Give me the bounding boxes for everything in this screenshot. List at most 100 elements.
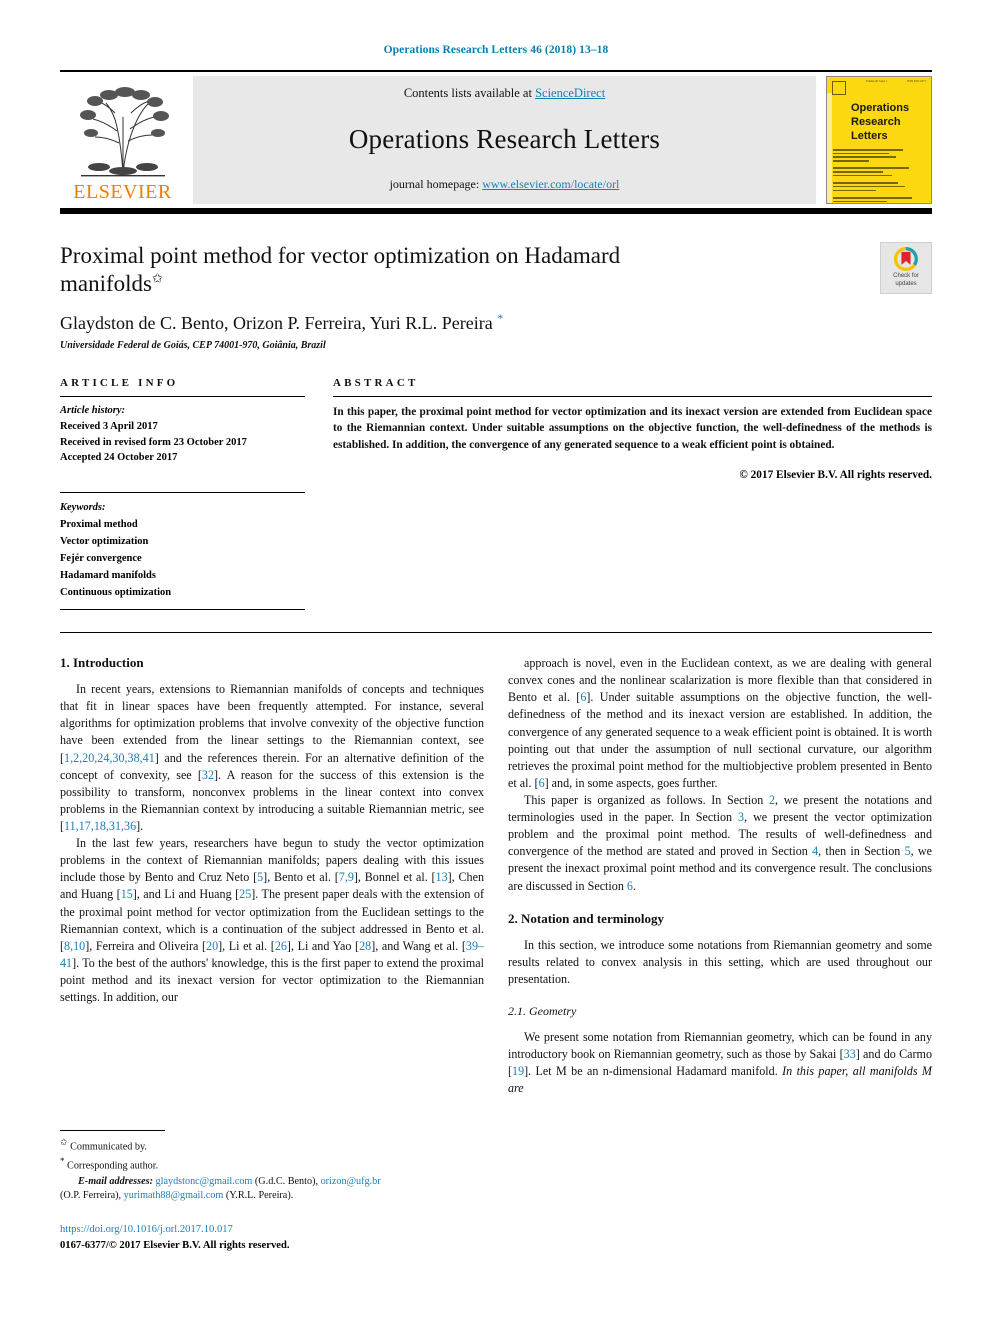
- keyword-item: Continuous optimization: [60, 587, 172, 599]
- keyword-item: Proximal method: [60, 519, 138, 531]
- paragraph-intro-2: In the last few years, researchers have …: [60, 835, 484, 1006]
- p2-b: ], Bento et al. [: [263, 870, 339, 885]
- email-link[interactable]: yurimath88@gmail.com: [124, 1190, 224, 1201]
- elsevier-tree-icon: [79, 87, 169, 177]
- cover-title: Operations Research Letters: [851, 101, 909, 143]
- citation-link[interactable]: 19: [512, 1064, 524, 1078]
- citation-link[interactable]: 28: [359, 939, 371, 953]
- citation-link[interactable]: 32: [202, 768, 214, 782]
- email-link[interactable]: orizon@ufg.br: [321, 1176, 381, 1187]
- cover-elsevier-mini-icon: [832, 81, 846, 95]
- footnote-communicated-text: Communicated by.: [70, 1141, 147, 1153]
- doi-block: https://doi.org/10.1016/j.orl.2017.10.01…: [60, 1222, 490, 1253]
- contents-prefix: Contents lists available at: [403, 86, 536, 100]
- history-accepted: Accepted 24 October 2017: [60, 452, 178, 464]
- keywords-title: Keywords:: [60, 502, 106, 514]
- p3-c: ] and, in some aspects, goes further.: [544, 775, 718, 790]
- citation-link[interactable]: 33: [844, 1047, 856, 1061]
- title-footnote-marker: ✩: [152, 270, 163, 286]
- email3-name: (Y.R.L. Pereira).: [225, 1190, 294, 1202]
- sciencedirect-link[interactable]: ScienceDirect: [535, 86, 605, 100]
- article-title-block: Proximal point method for vector optimiz…: [0, 242, 992, 351]
- journal-homepage-link[interactable]: www.elsevier.com/locate/orl: [482, 177, 619, 191]
- masthead-top-rule: [60, 70, 932, 72]
- author-list: Glaydston de C. Bento, Orizon P. Ferreir…: [60, 311, 932, 334]
- abstract-text: In this paper, the proximal point method…: [333, 406, 932, 451]
- journal-homepage-line: journal homepage: www.elsevier.com/locat…: [390, 177, 620, 192]
- footnote-corresponding-text: Corresponding author.: [67, 1160, 159, 1172]
- doi-link[interactable]: https://doi.org/10.1016/j.orl.2017.10.01…: [60, 1224, 233, 1235]
- crossmark-badge[interactable]: Check for updates: [880, 242, 932, 294]
- keywords-top-rule: [60, 492, 305, 494]
- citation-link[interactable]: 1,2,20,24,30,38,41: [64, 751, 155, 765]
- abstract-rule: [333, 396, 932, 398]
- footnote-corresponding: * Corresponding author.: [60, 1155, 490, 1174]
- article-history-title: Article history:: [60, 405, 126, 417]
- elsevier-wordmark: ELSEVIER: [73, 181, 172, 203]
- keyword-item: Vector optimization: [60, 536, 149, 548]
- email-label: E-mail addresses:: [78, 1175, 153, 1187]
- p4-d: , then in Section: [818, 844, 905, 859]
- keyword-item: Fejér convergence: [60, 553, 142, 565]
- cover-left-stripe: [827, 93, 832, 203]
- paragraph-organization: This paper is organized as follows. In S…: [508, 792, 932, 895]
- footnote-emails: E-mail addresses: glaydstonc@gmail.com (…: [60, 1175, 490, 1190]
- cover-toc-lines: [833, 149, 923, 203]
- page-title: Proximal point method for vector optimiz…: [60, 242, 720, 298]
- history-revised: Received in revised form 23 October 2017: [60, 436, 247, 448]
- email1-name: (G.d.C. Bento),: [254, 1175, 319, 1187]
- paragraph-intro-1: In recent years, extensions to Riemannia…: [60, 681, 484, 835]
- body-columns: 1. Introduction In recent years, extensi…: [0, 655, 992, 1097]
- history-received: Received 3 April 2017: [60, 420, 158, 432]
- email-link[interactable]: glaydstonc@gmail.com: [156, 1176, 253, 1187]
- section-heading-introduction: 1. Introduction: [60, 655, 144, 671]
- cover-title-line3: Letters: [851, 130, 888, 143]
- citation-link[interactable]: 7,9: [339, 870, 354, 884]
- paragraph-notation-1: In this section, we introduce some notat…: [508, 937, 932, 986]
- article-info-rule: [60, 396, 305, 398]
- article-info-heading: ARTICLE INFO: [60, 377, 179, 390]
- p1-d: ].: [136, 818, 144, 833]
- cover-volume-text: Volume 46 Issue 1: [865, 80, 888, 83]
- issn-copyright-line: 0167-6377/© 2017 Elsevier B.V. All right…: [60, 1239, 290, 1251]
- p2-e: ], and Li and Huang [: [132, 887, 240, 902]
- footnote-emails-cont: (O.P. Ferreira), yurimath88@gmail.com (Y…: [60, 1189, 490, 1204]
- abstract-heading: ABSTRACT: [333, 377, 419, 390]
- keywords-bottom-rule: [60, 609, 305, 611]
- journal-cover-thumbnail: Volume 46 Issue 1 ISSN 0167-6377 Operati…: [826, 76, 932, 204]
- section-heading-notation: 2. Notation and terminology: [508, 910, 664, 926]
- body-separator-rule: [60, 632, 932, 634]
- abstract-copyright: © 2017 Elsevier B.V. All rights reserved…: [739, 468, 932, 481]
- p2-g: ], Ferreira and Oliveira [: [85, 938, 207, 953]
- paper-page: Operations Research Letters 46 (2018) 13…: [0, 0, 992, 1323]
- paragraph-intro-3: approach is novel, even in the Euclidean…: [508, 655, 932, 792]
- crossmark-line1: Check for: [893, 273, 919, 279]
- paragraph-geometry-1: We present some notation from Riemannian…: [508, 1029, 932, 1097]
- cover-title-line1: Operations: [851, 102, 910, 114]
- journal-masthead: ELSEVIER Contents lists available at Sci…: [0, 70, 992, 214]
- body-left-column: 1. Introduction In recent years, extensi…: [60, 655, 484, 1097]
- citation-link[interactable]: 8,10: [64, 939, 85, 953]
- cover-title-line2: Research: [851, 116, 901, 129]
- citation-link[interactable]: 20: [206, 939, 218, 953]
- email2-name: (O.P. Ferreira),: [60, 1190, 122, 1202]
- author-names: Glaydston de C. Bento, Orizon P. Ferreir…: [60, 313, 493, 334]
- citation-link[interactable]: 15: [121, 887, 133, 901]
- citation-link[interactable]: 26: [275, 939, 287, 953]
- cover-topbar: Volume 46 Issue 1 ISSN 0167-6377: [832, 80, 926, 95]
- citation-link[interactable]: 13: [436, 870, 448, 884]
- p2-j: ], and Wang et al. [: [371, 938, 466, 953]
- article-history: Article history: Received 3 April 2017 R…: [60, 403, 305, 466]
- homepage-prefix: journal homepage:: [389, 177, 483, 191]
- keywords-list: Keywords: Proximal method Vector optimiz…: [60, 499, 305, 601]
- abstract-column: ABSTRACT In this paper, the proximal poi…: [333, 377, 932, 610]
- article-info-column: ARTICLE INFO Article history: Received 3…: [60, 377, 305, 611]
- citation-link[interactable]: 25: [239, 887, 251, 901]
- masthead-center-panel: Contents lists available at ScienceDirec…: [193, 76, 816, 204]
- citation-link[interactable]: 11,17,18,31,36: [64, 819, 136, 833]
- p6-c: ]. Let M be an n-dimensional Hadamard ma…: [524, 1064, 783, 1079]
- cover-issn-text: ISSN 0167-6377: [907, 80, 926, 83]
- p4-f: .: [632, 878, 636, 893]
- contents-available-line: Contents lists available at ScienceDirec…: [404, 86, 605, 101]
- footnote-block: ✩ Communicated by. * Corresponding autho…: [60, 1130, 490, 1253]
